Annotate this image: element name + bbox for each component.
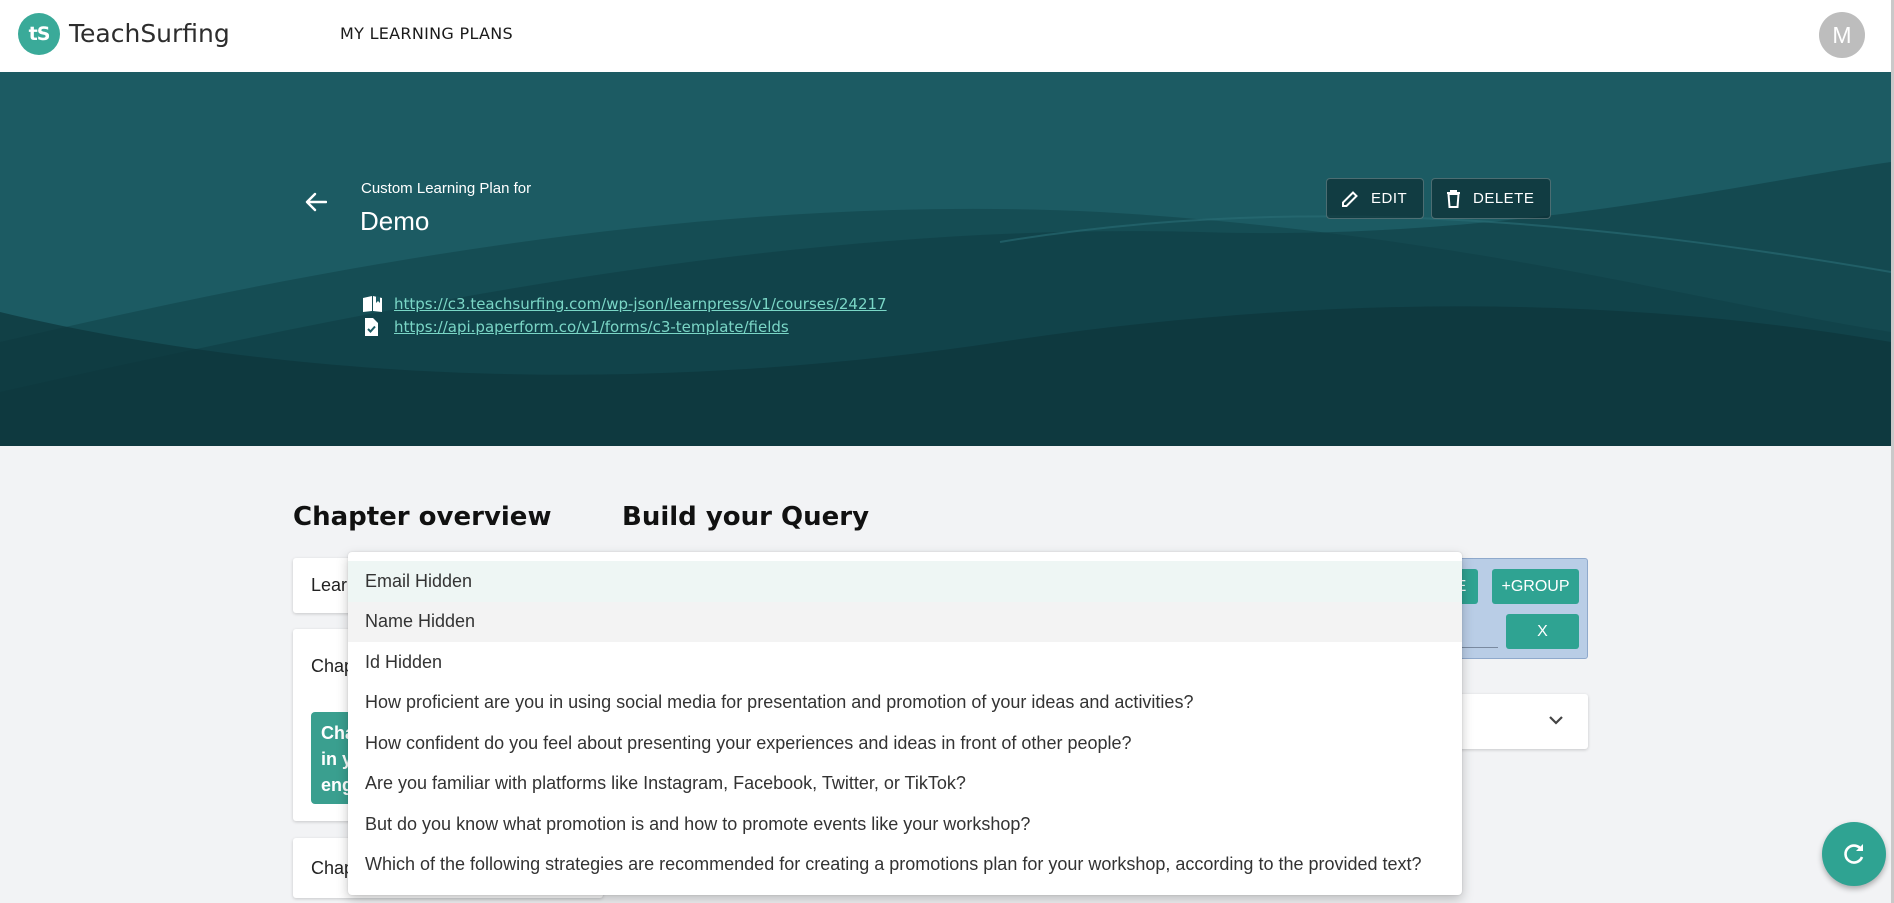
pencil-icon <box>1342 190 1358 207</box>
brand-name[interactable]: TeachSurfing <box>69 19 230 48</box>
dropdown-option[interactable]: But do you know what promotion is and ho… <box>348 804 1462 845</box>
plan-subtitle: Custom Learning Plan for <box>361 180 532 197</box>
refresh-button[interactable] <box>1822 822 1886 886</box>
trash-icon <box>1447 189 1460 208</box>
dropdown-option[interactable]: Name Hidden <box>348 601 1462 642</box>
course-link[interactable]: https://c3.teachsurfing.com/wp-json/lear… <box>394 295 887 313</box>
dropdown-option[interactable]: How proficient are you in using social m… <box>348 683 1462 724</box>
book-icon <box>362 294 384 314</box>
nav-my-learning-plans[interactable]: MY LEARNING PLANS <box>340 24 513 43</box>
add-group-button[interactable]: +GROUP <box>1492 569 1579 604</box>
hero-wave-decoration <box>0 162 1891 446</box>
edit-button[interactable]: EDIT <box>1326 178 1425 219</box>
back-arrow-icon[interactable] <box>301 187 331 217</box>
form-link-row: https://api.paperform.co/v1/forms/c3-tem… <box>362 317 789 337</box>
user-avatar[interactable]: M <box>1819 12 1865 58</box>
form-link[interactable]: https://api.paperform.co/v1/forms/c3-tem… <box>394 318 789 336</box>
top-navbar: tS TeachSurfing MY LEARNING PLANS M <box>0 0 1894 72</box>
build-query-heading: Build your Query <box>622 502 870 532</box>
course-link-row: https://c3.teachsurfing.com/wp-json/lear… <box>362 294 887 314</box>
brand-logo[interactable]: tS <box>18 13 60 55</box>
dropdown-option[interactable]: Email Hidden <box>348 561 1462 602</box>
edit-label: EDIT <box>1371 190 1408 207</box>
delete-button[interactable]: DELETE <box>1431 178 1552 219</box>
field-select-dropdown: Email Hidden Name Hidden Id Hidden How p… <box>348 552 1462 895</box>
dropdown-option[interactable]: How confident do you feel about presenti… <box>348 723 1462 764</box>
hero-banner: Custom Learning Plan for Demo https://c3… <box>0 72 1891 446</box>
delete-label: DELETE <box>1473 190 1535 207</box>
remove-group-button[interactable]: X <box>1506 614 1579 649</box>
refresh-icon <box>1844 844 1864 864</box>
dropdown-option[interactable]: Id Hidden <box>348 642 1462 683</box>
form-check-icon <box>362 317 384 337</box>
dropdown-option[interactable]: Are you familiar with platforms like Ins… <box>348 764 1462 805</box>
chapter-card-label: Lear <box>311 575 348 595</box>
chapter-overview-heading: Chapter overview <box>293 502 552 532</box>
chevron-down-icon <box>1549 716 1563 725</box>
dropdown-option[interactable]: Which of the following strategies are re… <box>348 845 1462 886</box>
plan-title: Demo <box>360 206 430 236</box>
